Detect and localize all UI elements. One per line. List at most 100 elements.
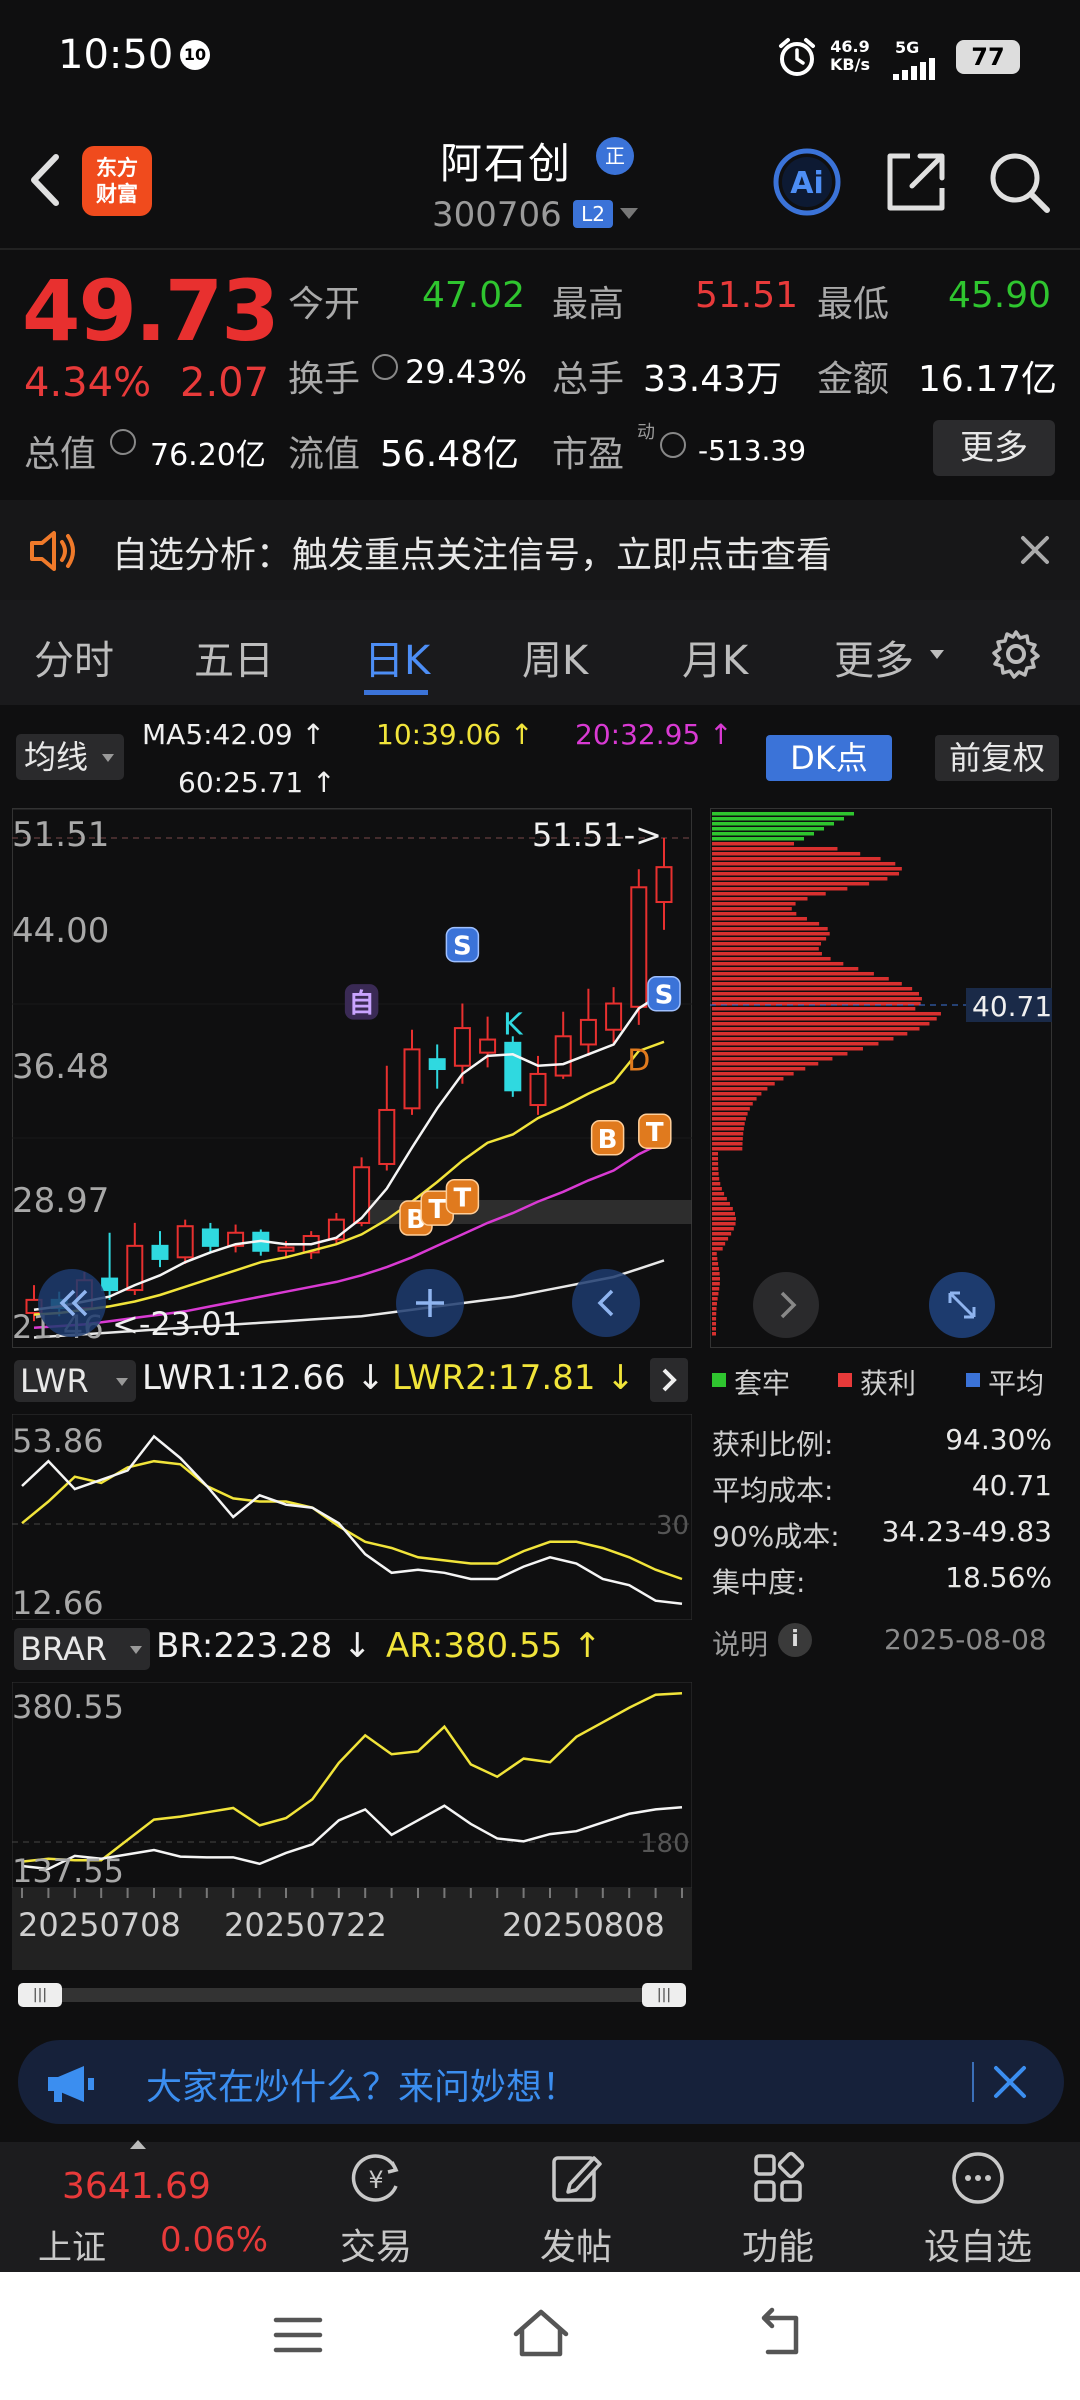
lwr-chart[interactable]: 53.86 12.66 30 (12, 1414, 692, 1620)
chip-bar (712, 1087, 768, 1091)
back-arrow-icon[interactable] (20, 145, 70, 215)
nav-post[interactable]: 发帖 (496, 2218, 656, 2270)
index-change[interactable]: 0.06% (160, 2220, 268, 2260)
high-value: 51.51 (695, 275, 799, 316)
functions-grid-icon[interactable] (750, 2150, 806, 2206)
info-icon[interactable]: i (778, 1623, 812, 1657)
chevron-up-icon[interactable] (130, 2140, 146, 2149)
stock-tag-badge[interactable]: 正 (596, 137, 634, 175)
ai-assistant-icon[interactable]: Ai (772, 147, 842, 217)
chip-bar (712, 1192, 725, 1196)
info-icon[interactable] (110, 429, 136, 455)
ask-banner-text[interactable]: 大家在炒什么？来问妙想！ (146, 2058, 578, 2110)
candle (479, 1038, 497, 1054)
share-icon[interactable] (880, 148, 950, 216)
candle (201, 1228, 219, 1247)
chevron-down-icon[interactable] (620, 208, 638, 219)
nav-add-watchlist[interactable]: 设自选 (898, 2218, 1058, 2270)
signal-marker[interactable]: B (598, 1125, 618, 1155)
ar-value: AR:380.55 ↑ (386, 1626, 602, 1666)
signal-marker[interactable]: 自 (349, 988, 375, 1019)
chip-bar (712, 977, 889, 981)
chip-bar (712, 1232, 732, 1236)
chip-bar (712, 857, 881, 861)
adjust-mode-button[interactable]: 前复权 (935, 735, 1059, 781)
menu-icon[interactable] (272, 2312, 324, 2358)
chip-bar (712, 952, 822, 956)
info-icon[interactable] (372, 354, 398, 380)
brar-y-bottom: 137.55 (12, 1852, 124, 1890)
info-icon[interactable] (660, 432, 686, 458)
chip-bar (712, 1217, 736, 1221)
gear-icon[interactable] (990, 628, 1042, 680)
status-time: 10:50 (58, 32, 174, 78)
range-slider-track[interactable] (20, 1988, 684, 2002)
add-watchlist-icon[interactable] (950, 2150, 1006, 2206)
signal-marker[interactable]: T (646, 1118, 664, 1148)
chip-note-label[interactable]: 说明 (712, 1623, 768, 1663)
home-icon[interactable] (510, 2306, 572, 2360)
level2-badge[interactable]: L2 (573, 200, 613, 228)
nav-functions[interactable]: 功能 (698, 2218, 858, 2270)
close-icon[interactable] (990, 2062, 1030, 2102)
indicator-select-lwr[interactable]: LWR (14, 1360, 136, 1402)
more-quote-button[interactable]: 更多 (933, 420, 1055, 476)
tab-more[interactable]: 更多 (834, 628, 914, 686)
signal-bars-icon (893, 58, 935, 80)
chip-bar (712, 847, 838, 851)
chip-bar (712, 1032, 908, 1036)
back-nav-icon[interactable] (752, 2306, 808, 2360)
signal-marker[interactable]: S (453, 932, 472, 962)
lwr-y-bottom: 12.66 (12, 1584, 104, 1620)
svg-text:¥: ¥ (368, 2166, 383, 2194)
stock-name: 阿石创 (440, 139, 573, 188)
candle (529, 1072, 547, 1107)
chip-bar (712, 1132, 744, 1136)
chip-bar (712, 897, 808, 901)
scroll-left-button[interactable] (572, 1269, 640, 1337)
lwr2-arrow: ↓ (606, 1358, 635, 1398)
chip-bar (712, 817, 844, 821)
signal-marker[interactable]: T (428, 1195, 446, 1225)
chip-bar (712, 957, 831, 961)
kline-chart[interactable]: 自SKSBTTBTD 51.51 44.00 36.48 28.97 21.46… (12, 808, 692, 1348)
chip-next-button[interactable] (753, 1272, 819, 1338)
chip-bar (712, 1197, 727, 1201)
chip-bar (712, 1027, 920, 1031)
dk-points-button[interactable]: DK点 (766, 735, 892, 781)
close-icon[interactable] (1015, 530, 1055, 570)
tab-weekly-k[interactable]: 周K (522, 628, 588, 686)
chip-bar (712, 1127, 744, 1131)
ma5-text: MA5:42.09 (142, 718, 293, 751)
index-value[interactable]: 3641.69 (62, 2166, 211, 2207)
chip-bar (712, 862, 896, 866)
index-name[interactable]: 上证 (38, 2220, 106, 2269)
indicator-select-brar[interactable]: BRAR (14, 1628, 150, 1670)
brar-chart[interactable]: 380.55 137.55 180 20250708 20250722 2025… (12, 1682, 692, 1970)
cost-90-label: 90%成本: (712, 1520, 840, 1553)
search-icon[interactable] (985, 148, 1053, 216)
tab-intraday[interactable]: 分时 (34, 628, 114, 686)
nav-trade[interactable]: 交易 (296, 2218, 456, 2270)
signal-marker[interactable]: S (655, 981, 674, 1011)
tab-five-day[interactable]: 五日 (194, 628, 274, 686)
tab-daily-k[interactable]: 日K (364, 628, 430, 686)
signal-marker[interactable]: T (454, 1184, 472, 1214)
tab-monthly-k[interactable]: 月K (682, 628, 748, 686)
indicator-next-button[interactable] (650, 1358, 688, 1402)
chip-bar (712, 1312, 717, 1316)
post-icon[interactable] (548, 2150, 604, 2206)
date-label: 20250808 (502, 1906, 665, 1944)
signal-marker[interactable]: D (627, 1044, 650, 1079)
chevron-down-icon[interactable] (930, 650, 944, 659)
ma20-arrow: ↑ (709, 718, 733, 751)
range-slider-right-handle[interactable]: ||| (642, 1983, 686, 2007)
alert-banner-text[interactable]: 自选分析：触发重点关注信号，立即点击查看 (112, 526, 832, 578)
trade-icon[interactable]: ¥ (348, 2150, 404, 2206)
chip-bar (712, 1257, 718, 1261)
indicator-select-ma[interactable]: 均线 (16, 734, 124, 780)
chip-bar (712, 1267, 719, 1271)
profit-ratio-label: 获利比例: (712, 1428, 834, 1461)
signal-marker[interactable]: K (503, 1008, 524, 1043)
range-slider-left-handle[interactable]: ||| (18, 1983, 62, 2007)
